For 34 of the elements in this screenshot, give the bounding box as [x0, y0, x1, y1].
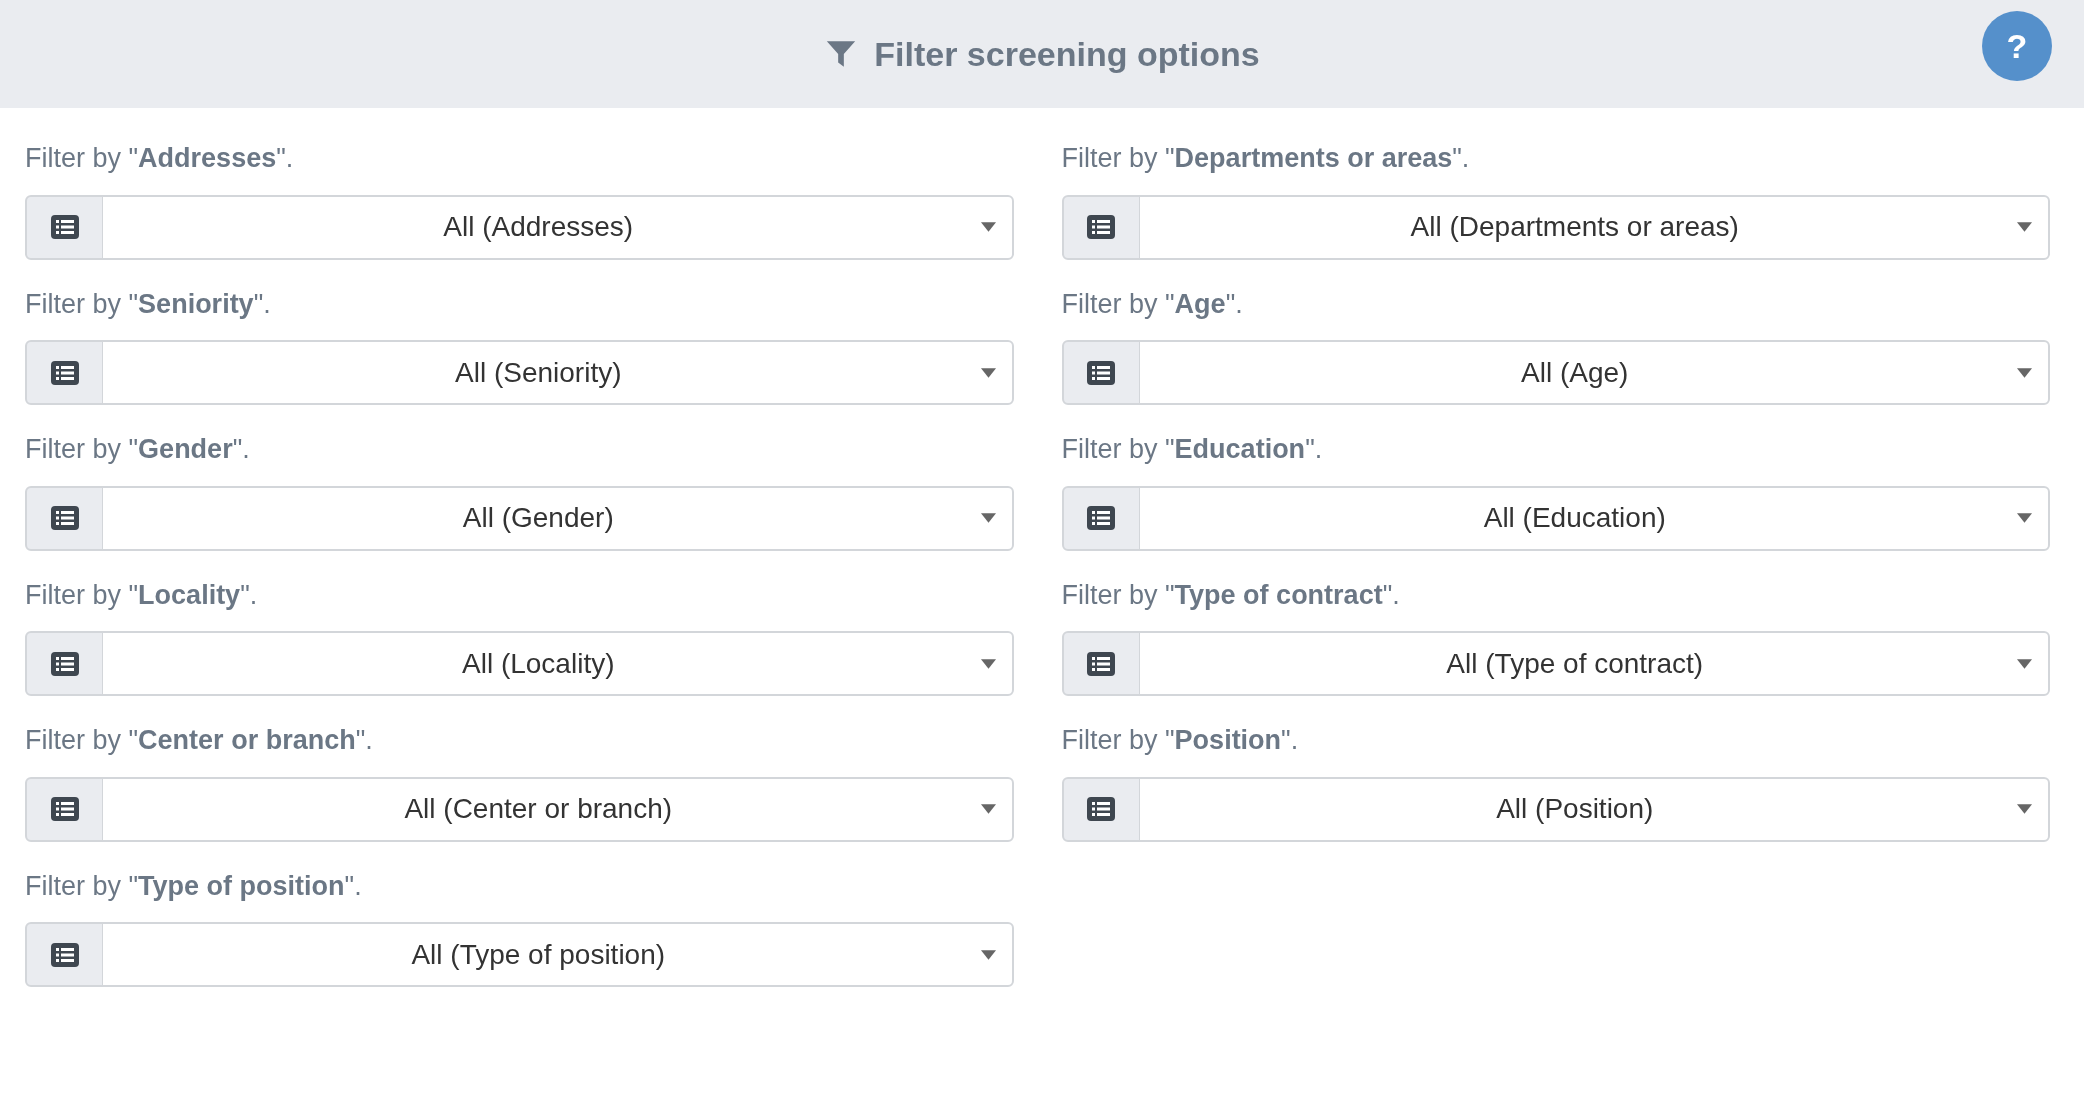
list-icon [50, 651, 79, 676]
list-icon [50, 215, 79, 239]
filter-dropdown[interactable]: All (Position) [1138, 776, 2050, 842]
list-icon [1087, 797, 1115, 821]
filter-dropdown[interactable]: All (Departments or areas) [1138, 194, 2050, 260]
filter-dropdown[interactable]: All (Education) [1138, 485, 2050, 551]
filter-label: Filter by "Departments or areas". [1061, 142, 1471, 175]
filter-label: Filter by "Type of contract". [1061, 578, 1401, 612]
filter-dropdown[interactable]: All (Locality) [102, 631, 1014, 696]
list-icon [1087, 215, 1115, 239]
filter-dropdown[interactable]: All (Addresses) [102, 194, 1014, 260]
filter-dropdown[interactable]: All (Gender) [102, 485, 1014, 551]
list-icon [1087, 360, 1115, 385]
filter-dropdown[interactable]: All (Age) [1138, 340, 2050, 405]
filter-dropdown[interactable]: All (Type of contract) [1138, 631, 2050, 696]
list-icon [50, 942, 79, 967]
list-icon [1087, 651, 1115, 676]
filter-label: Filter by "Education". [1061, 433, 1324, 466]
list-icon [50, 506, 79, 530]
filter-label: Filter by "Center or branch". [25, 724, 374, 757]
filter-label: Filter by "Position". [1061, 724, 1300, 757]
filter-label: Filter by "Type of position". [25, 869, 363, 903]
filter-label: Filter by "Locality". [25, 578, 259, 612]
filter-label: Filter by "Seniority". [25, 287, 272, 321]
list-icon [50, 360, 79, 385]
page-title: Filter screening options [874, 33, 1260, 75]
filter-dropdown[interactable]: All (Seniority) [102, 340, 1014, 405]
filter-dropdown[interactable]: All (Center or branch) [102, 776, 1014, 842]
filter-dropdown[interactable]: All (Type of position) [102, 922, 1014, 987]
filter-label: Filter by "Age". [1061, 287, 1244, 321]
filter-label: Filter by "Gender". [25, 433, 251, 466]
filter-label: Filter by "Addresses". [25, 142, 295, 175]
list-icon [1087, 506, 1115, 530]
list-icon [50, 797, 79, 821]
